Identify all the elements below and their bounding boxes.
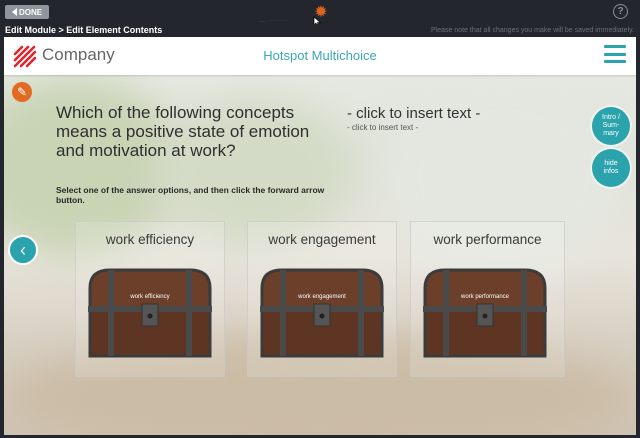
treasure-chest-drawing <box>260 268 384 358</box>
breadcrumb: Edit Module > Edit Element Contents <box>5 25 163 35</box>
chevron-left-icon: ‹ <box>20 240 26 260</box>
intro-summary-button[interactable]: Intro / Sum-mary <box>592 107 630 145</box>
treasure-chest-icon[interactable]: work engagement <box>258 266 386 358</box>
treasure-chest-drawing <box>423 268 547 358</box>
answer-option[interactable]: work efficiency work efficiency <box>75 221 225 377</box>
editor-toolbar: DONE —— ················· ✹ ? <box>0 0 640 28</box>
wrench-icon[interactable]: ✎ <box>12 82 32 102</box>
intro-summary-label: Intro / Sum-mary <box>602 114 620 137</box>
module-header: Company Hotspot Multichoice <box>4 37 636 75</box>
hide-infos-label: hide infos <box>603 160 619 175</box>
chest-label: work efficiency <box>130 294 170 300</box>
chest-label: work engagement <box>298 294 346 300</box>
question-text[interactable]: Which of the following concepts means a … <box>56 103 326 160</box>
done-label: DONE <box>18 7 43 17</box>
treasure-chest-icon[interactable]: work performance <box>421 266 549 358</box>
instruction-text[interactable]: Select one of the answer options, and th… <box>56 185 326 205</box>
treasure-chest-drawing <box>88 268 212 358</box>
treasure-chest-icon[interactable]: work efficiency <box>86 266 214 358</box>
answer-option-title: work performance <box>433 232 542 247</box>
back-button[interactable]: ‹ <box>8 235 38 265</box>
done-button[interactable]: DONE <box>5 5 49 19</box>
autosave-note: Please note that all changes you make wi… <box>431 27 634 34</box>
back-arrow-icon <box>11 8 17 16</box>
editor-subbar: Edit Module > Edit Element Contents Plea… <box>0 24 640 37</box>
module-title: Hotspot Multichoice <box>263 48 377 63</box>
chest-label: work performance <box>460 294 510 300</box>
hide-infos-button[interactable]: hide infos <box>592 149 630 187</box>
hamburger-menu-icon[interactable] <box>604 45 626 63</box>
insert-text-placeholder[interactable]: - click to insert text - <box>347 105 480 122</box>
toolbar-faint-text: —— ················· <box>258 18 290 23</box>
answer-option[interactable]: work engagement work engagement <box>247 221 397 377</box>
help-icon[interactable]: ? <box>613 4 628 19</box>
insert-text-placeholder-small[interactable]: - click to insert text - <box>347 123 418 132</box>
answer-option[interactable]: work performance work performance <box>410 221 565 377</box>
module-stage: Company Hotspot Multichoice ✎ Which of t… <box>4 37 636 435</box>
answer-option-title: work efficiency <box>105 232 195 247</box>
answer-option-title: work engagement <box>268 232 376 247</box>
